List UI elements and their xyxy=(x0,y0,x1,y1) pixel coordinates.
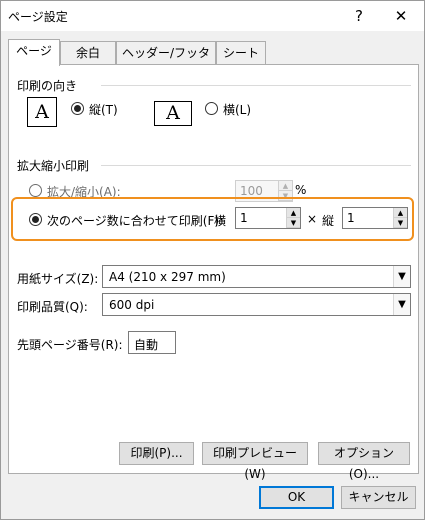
landscape-label[interactable]: 横(L) xyxy=(223,101,251,118)
orientation-divider xyxy=(101,85,411,86)
spin-up-icon[interactable]: ▲ xyxy=(279,181,292,191)
options-button[interactable]: オプション(O)... xyxy=(318,442,410,481)
fit-tall-spinner[interactable]: 1 ▲ ▼ xyxy=(342,207,408,229)
print-quality-select[interactable]: 600 dpi ▼ xyxy=(102,293,411,316)
portrait-radio[interactable] xyxy=(71,102,84,115)
times-sign: × xyxy=(307,212,318,226)
landscape-radio[interactable] xyxy=(205,102,218,115)
fit-wide-label: 横 xyxy=(214,214,227,228)
ok-button[interactable]: OK xyxy=(259,486,334,509)
first-page-number-label: 先頭ページ番号(R): xyxy=(17,338,123,352)
tab-page[interactable]: ページ xyxy=(8,39,60,66)
adjust-percent-value: 100 xyxy=(240,184,263,198)
paper-size-label: 用紙サイズ(Z): xyxy=(17,272,99,286)
tab-margins[interactable]: 余白 xyxy=(60,41,116,65)
spin-down-icon[interactable]: ▼ xyxy=(287,218,300,228)
close-button[interactable]: ✕ xyxy=(381,1,421,31)
fit-tall-value: 1 xyxy=(347,211,355,225)
fit-to-pages-label[interactable]: 次のページ数に合わせて印刷(F): xyxy=(47,212,223,229)
spin-down-icon[interactable]: ▼ xyxy=(394,218,407,228)
portrait-orientation-icon: A xyxy=(27,97,57,127)
spin-up-icon[interactable]: ▲ xyxy=(287,208,300,218)
portrait-label[interactable]: 縦(T) xyxy=(89,101,118,118)
dialog-title: ページ設定 xyxy=(8,10,68,24)
print-preview-button[interactable]: 印刷プレビュー(W) xyxy=(202,442,308,481)
fit-wide-value: 1 xyxy=(240,211,248,225)
fit-wide-spinner[interactable]: 1 ▲ ▼ xyxy=(235,207,301,229)
fit-to-pages-radio[interactable] xyxy=(29,213,42,226)
dropdown-arrow-icon[interactable]: ▼ xyxy=(393,294,410,315)
title-bar: ページ設定 ? ✕ xyxy=(1,1,424,31)
adjust-unit: % xyxy=(295,183,307,197)
landscape-orientation-icon: A xyxy=(154,101,192,126)
print-button[interactable]: 印刷(P)... xyxy=(119,442,194,465)
scaling-divider xyxy=(101,165,411,166)
orientation-section-label: 印刷の向き xyxy=(17,79,78,93)
print-quality-value: 600 dpi xyxy=(109,298,155,312)
print-quality-label: 印刷品質(Q): xyxy=(17,300,88,314)
help-button[interactable]: ? xyxy=(339,1,379,31)
tab-header-footer[interactable]: ヘッダー/フッター xyxy=(116,41,216,82)
scaling-section-label: 拡大縮小印刷 xyxy=(17,159,90,173)
cancel-button[interactable]: キャンセル xyxy=(341,486,416,509)
dropdown-arrow-icon[interactable]: ▼ xyxy=(393,266,410,287)
paper-size-value: A4 (210 x 297 mm) xyxy=(109,270,226,284)
first-page-number-input[interactable]: 自動 xyxy=(128,331,176,354)
paper-size-select[interactable]: A4 (210 x 297 mm) ▼ xyxy=(102,265,411,288)
fit-tall-label: 縦 xyxy=(322,214,335,228)
tab-panel-page: 印刷の向き A 縦(T) A 横(L) 拡大縮小印刷 拡大/縮小(A): 100… xyxy=(8,64,419,481)
spin-up-icon[interactable]: ▲ xyxy=(394,208,407,218)
page-setup-dialog: ページ設定 ? ✕ ページ 余白 ヘッダー/フッター シート 印刷の向き A 縦… xyxy=(0,0,425,520)
tab-sheet[interactable]: シート xyxy=(216,41,266,65)
adjust-radio[interactable] xyxy=(29,184,42,197)
